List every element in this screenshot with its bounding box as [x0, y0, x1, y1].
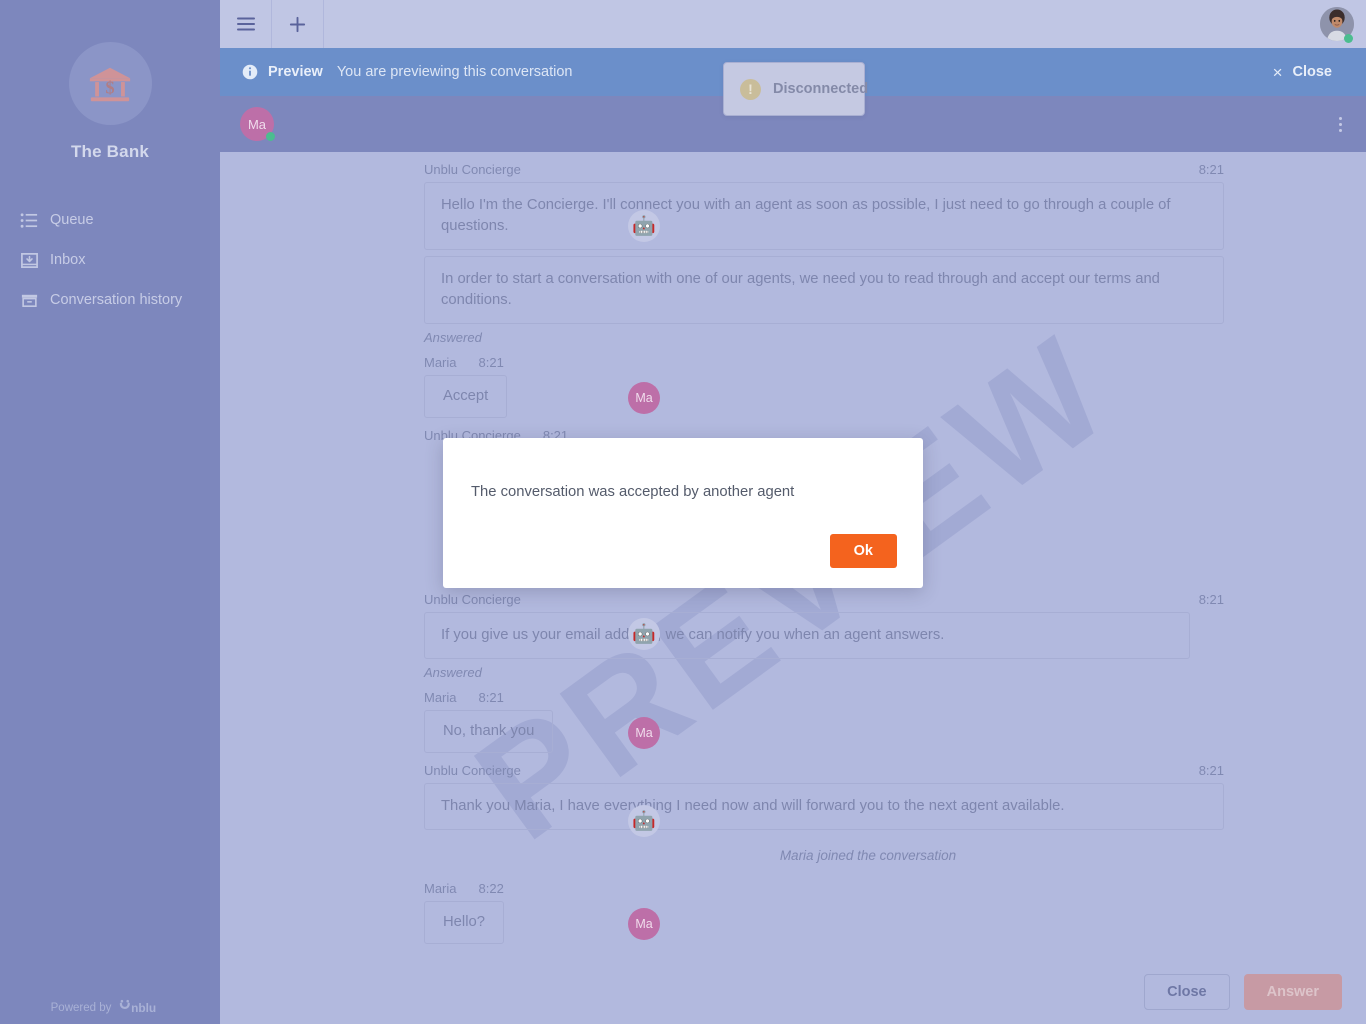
message-time: 8:22: [478, 881, 504, 896]
message-time: 8:21: [1198, 763, 1224, 778]
message-group: Ma Maria 8:21 Accept: [220, 355, 1366, 424]
avatar-initials: Ma: [628, 382, 660, 414]
system-note: Maria joined the conversation: [779, 848, 957, 863]
preview-close-button[interactable]: × Close: [1273, 64, 1352, 81]
svg-text:$: $: [105, 77, 114, 97]
message-bubble: In order to start a conversation with on…: [424, 256, 1224, 324]
close-icon: ×: [1272, 62, 1283, 82]
brand-title: The Bank: [70, 142, 150, 161]
avatar-initials: Ma: [628, 717, 660, 749]
message-bubble: Hello?: [424, 901, 504, 944]
top-toolbar: [220, 0, 1366, 48]
message-time: 8:21: [478, 690, 504, 705]
plus-icon[interactable]: [272, 0, 324, 48]
avatar-online-status-dot: [1344, 34, 1353, 43]
accepted-by-another-agent-dialog: The conversation was accepted by another…: [443, 438, 923, 588]
message-bubble: If you give us your email address, we ca…: [424, 612, 1190, 659]
svg-text:nblu: nblu: [131, 1001, 156, 1015]
message-sender: Maria: [424, 690, 457, 705]
kebab-menu-icon[interactable]: [1324, 104, 1356, 144]
message-meta: Maria 8:21: [424, 690, 1224, 705]
powered-by-footer: Powered by nblu: [0, 999, 220, 1016]
message-group: 🤖 Unblu Concierge 8:21 Thank you Maria, …: [220, 763, 1366, 837]
app-root: $ The Bank Queue Inbox Conversation hist…: [0, 0, 1366, 1024]
message-sender: Maria: [424, 355, 457, 370]
conversation-participant-avatar[interactable]: Ma: [240, 107, 275, 141]
participant-online-status-dot: [266, 132, 275, 141]
message-sender: Unblu Concierge: [424, 592, 521, 607]
list-icon: [18, 209, 40, 231]
message-meta: Unblu Concierge 8:21: [424, 763, 1224, 778]
message-bubble: Accept: [424, 375, 508, 418]
message-bubble: No, thank you: [424, 710, 554, 753]
message-group: 🤖 Unblu Concierge 8:21 If you give us yo…: [220, 592, 1366, 680]
message-status-note: Answered: [424, 665, 482, 680]
powered-by-label: Powered by: [50, 1001, 112, 1014]
bank-building-dollar-icon: $: [68, 42, 152, 125]
bottom-action-bar: Close Answer: [220, 960, 1366, 1024]
inbox-tray-icon: [18, 249, 40, 271]
message-status-note: Answered: [424, 330, 482, 345]
message-meta: Maria 8:22: [424, 881, 1224, 896]
preview-label: Preview: [268, 64, 323, 80]
message-sender: Unblu Concierge: [424, 763, 521, 778]
unblu-logo: nblu: [120, 999, 157, 1015]
sidebar-item-label: Queue: [50, 212, 94, 228]
message-sender: Maria: [424, 881, 457, 896]
info-circle-icon: [242, 64, 258, 80]
preview-close-label: Close: [1292, 64, 1333, 80]
message-meta: Unblu Concierge 8:21: [424, 592, 1224, 607]
message-group: Ma Maria 8:22 Hello?: [220, 881, 1366, 950]
brand-block: $ The Bank: [0, 0, 220, 162]
sidebar-item-queue[interactable]: Queue: [0, 200, 220, 240]
message-bubble: Hello I'm the Concierge. I'll connect yo…: [424, 182, 1224, 250]
sidebar-item-conversation-history[interactable]: Conversation history: [0, 280, 220, 320]
robot-avatar-icon: 🤖: [628, 805, 660, 837]
preview-message: You are previewing this conversation: [336, 64, 573, 80]
message-sender: Unblu Concierge: [424, 162, 521, 177]
message-meta: Maria 8:21: [424, 355, 1224, 370]
robot-avatar-icon: 🤖: [628, 618, 660, 650]
close-button[interactable]: Close: [1144, 974, 1230, 1010]
answer-button[interactable]: Answer: [1243, 974, 1342, 1010]
archive-box-icon: [18, 289, 40, 311]
message-group: Ma Maria 8:21 No, thank you: [220, 690, 1366, 759]
message-group: 🤖 Unblu Concierge 8:21 Hello I'm the Con…: [220, 162, 1366, 345]
sidebar-item-label: Inbox: [50, 252, 86, 268]
sidebar-item-inbox[interactable]: Inbox: [0, 240, 220, 280]
robot-avatar-icon: 🤖: [628, 210, 660, 242]
message-meta: Unblu Concierge 8:21: [424, 162, 1224, 177]
disconnected-label: Disconnected: [773, 81, 869, 97]
dialog-message: The conversation was accepted by another…: [471, 484, 795, 500]
sidebar: $ The Bank Queue Inbox Conversation hist…: [0, 0, 220, 1024]
message-time: 8:21: [1198, 592, 1224, 607]
warning-exclamation-icon: !: [740, 78, 761, 100]
message-time: 8:21: [478, 355, 504, 370]
message-time: 8:21: [1198, 162, 1224, 177]
sidebar-nav: Queue Inbox Conversation history: [0, 200, 220, 320]
ok-button[interactable]: Ok: [829, 534, 897, 568]
dialog-footer: Ok: [443, 534, 923, 588]
disconnected-toast: ! Disconnected: [723, 62, 869, 116]
message-bubble: Thank you Maria, I have everything I nee…: [424, 783, 1224, 830]
avatar-initials: Ma: [628, 908, 660, 940]
sidebar-item-label: Conversation history: [50, 292, 183, 308]
hamburger-menu-icon[interactable]: [220, 0, 272, 48]
